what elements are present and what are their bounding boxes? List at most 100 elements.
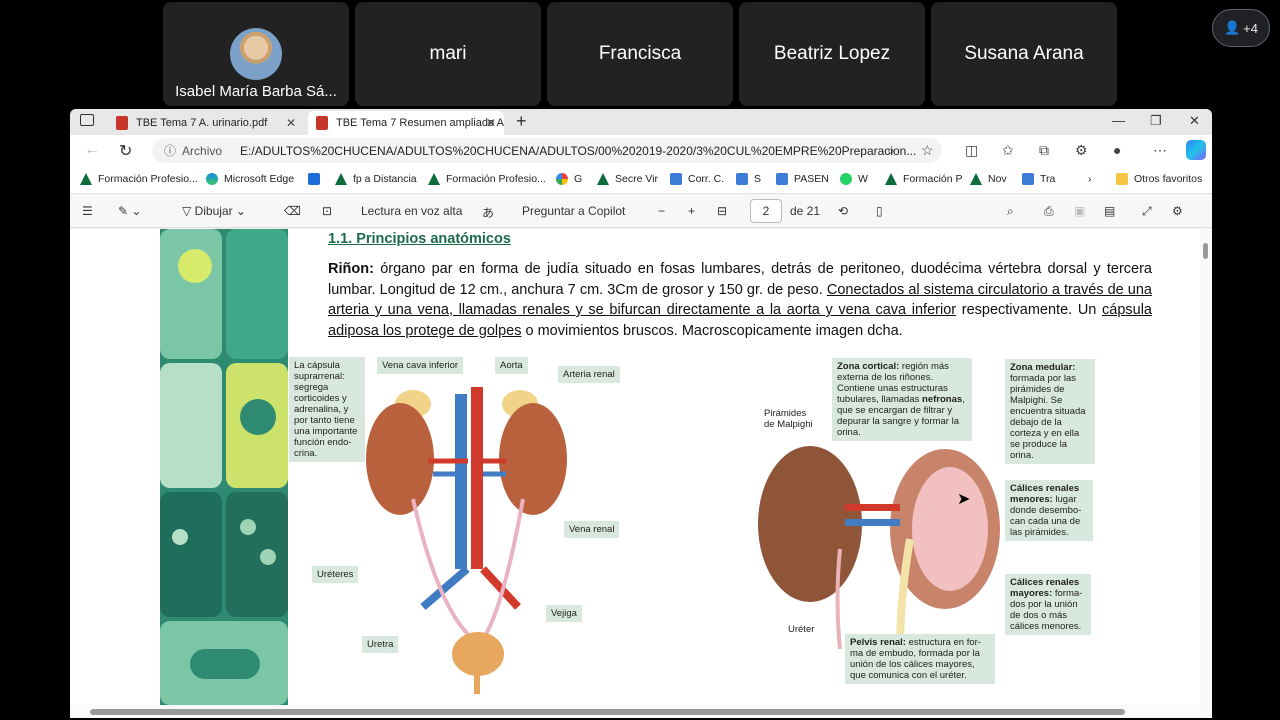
tab-title: TBE Tema 7 A. urinario.pdf bbox=[136, 117, 268, 129]
new-tab-icon[interactable]: + bbox=[516, 111, 527, 132]
text-icon[interactable]: ⊡ bbox=[322, 204, 332, 218]
refresh-icon[interactable]: ↻ bbox=[119, 141, 132, 161]
favorite-item[interactable]: S bbox=[736, 173, 761, 185]
copilot-icon[interactable] bbox=[1186, 140, 1206, 160]
tab-resumen-ampliado[interactable]: TBE Tema 7 Resumen ampliado A ✕ bbox=[308, 111, 504, 135]
participant-tile-mari[interactable]: mari bbox=[355, 2, 541, 106]
fullscreen-icon[interactable]: ⤢ bbox=[1142, 204, 1152, 219]
academy-icon bbox=[428, 173, 440, 185]
tab-urinario-pdf[interactable]: TBE Tema 7 A. urinario.pdf ✕ bbox=[108, 111, 304, 135]
fit-page-icon[interactable]: ⊟ bbox=[717, 204, 727, 218]
term-rinon: Riñon: bbox=[328, 261, 374, 277]
profile-icon[interactable]: ● bbox=[1113, 142, 1121, 158]
pasen-icon bbox=[776, 173, 788, 185]
ask-copilot-button[interactable]: Preguntar a Copilot bbox=[522, 204, 625, 218]
academy-icon bbox=[80, 173, 92, 185]
more-participants-button[interactable]: 👤 +4 bbox=[1212, 9, 1270, 47]
label-ureter: Uréter bbox=[783, 621, 820, 638]
tab-actions-icon[interactable] bbox=[80, 114, 94, 126]
collections-icon[interactable]: ⧉ bbox=[1039, 142, 1049, 159]
participant-tile-beatriz[interactable]: Beatriz Lopez bbox=[739, 2, 925, 106]
minimize-icon[interactable]: — bbox=[1112, 113, 1125, 128]
favorite-item[interactable]: Formación Profesio... bbox=[80, 173, 198, 185]
edge-icon bbox=[206, 173, 218, 185]
back-icon[interactable]: ← bbox=[84, 141, 100, 159]
draw-button[interactable]: ▽ Dibujar ⌄ bbox=[182, 204, 246, 218]
participant-tile-susana[interactable]: Susana Arana bbox=[931, 2, 1117, 106]
translate-icon[interactable]: あ bbox=[482, 204, 494, 221]
page-number-input[interactable]: 2 bbox=[750, 199, 782, 223]
other-favorites[interactable]: Otros favoritos bbox=[1116, 173, 1202, 185]
label-title: Pelvis renal: bbox=[850, 637, 906, 648]
participant-tile-francisca[interactable]: Francisca bbox=[547, 2, 733, 106]
favorite-label: fp a Distancia bbox=[353, 173, 417, 185]
save-icon[interactable]: ▣ bbox=[1074, 204, 1085, 218]
favorite-item[interactable]: G bbox=[556, 173, 582, 185]
split-screen-icon[interactable]: ◫ bbox=[965, 142, 978, 159]
extensions-icon[interactable]: ⚙ bbox=[1075, 142, 1088, 159]
label-vejiga: Vejiga bbox=[546, 605, 582, 622]
rotate-icon[interactable]: ⟲ bbox=[838, 204, 848, 218]
label-title: Zona cortical: bbox=[837, 361, 900, 372]
vertical-scrollbar[interactable] bbox=[1200, 229, 1212, 705]
translate-icon bbox=[1022, 173, 1034, 185]
folder-icon bbox=[1116, 173, 1128, 185]
favorite-item[interactable]: fp a Distancia bbox=[335, 173, 417, 185]
settings-icon[interactable]: ⚙ bbox=[1172, 204, 1183, 218]
body-paragraph: Riñon: órgano par en forma de judía situ… bbox=[328, 259, 1152, 341]
contents-icon[interactable]: ☰ bbox=[82, 204, 93, 218]
address-bar[interactable]: ⓘ Archivo E:/ADULTOS%20CHUCENA/ADULTOS%2… bbox=[152, 138, 942, 163]
favorite-label: Microsoft Edge bbox=[224, 173, 295, 185]
label-pelvis-renal: Pelvis renal: estructura en for-ma de em… bbox=[845, 634, 995, 684]
save-as-icon[interactable]: ▤ bbox=[1104, 204, 1115, 218]
horizontal-scrollbar[interactable] bbox=[70, 705, 1212, 718]
favorite-label: Formación Profesio... bbox=[446, 173, 546, 185]
participant-tile-isabel[interactable]: Isabel María Barba Sá... bbox=[163, 2, 349, 106]
zoom-in-icon[interactable]: + bbox=[688, 204, 695, 218]
favorite-item[interactable]: Corr. C. bbox=[670, 173, 724, 185]
favorite-star-icon[interactable]: ☆ bbox=[921, 142, 934, 159]
highlight-icon[interactable]: ✎ ⌄ bbox=[118, 204, 141, 218]
favorite-label: PASEN bbox=[794, 173, 829, 185]
read-aloud-button[interactable]: Lectura en voz alta bbox=[361, 204, 462, 218]
favorite-item[interactable]: Microsoft Edge bbox=[206, 173, 294, 185]
favorite-item[interactable]: Tra bbox=[1022, 173, 1055, 185]
favorite-item[interactable] bbox=[308, 173, 326, 185]
mouse-cursor-icon: ➤ bbox=[957, 491, 971, 508]
page-total: de 21 bbox=[790, 204, 821, 218]
print-icon[interactable]: ⎙ bbox=[1044, 204, 1054, 219]
close-window-icon[interactable]: ✕ bbox=[1189, 113, 1200, 129]
favorite-item[interactable]: Formación Profesio... bbox=[428, 173, 546, 185]
favorite-item[interactable]: Formación P bbox=[885, 173, 963, 185]
favorite-label: S bbox=[754, 173, 762, 185]
label-ureteres: Uréteres bbox=[312, 566, 359, 583]
eraser-icon[interactable]: ⌫ bbox=[284, 204, 301, 218]
scroll-thumb[interactable] bbox=[90, 709, 1125, 715]
google-icon bbox=[556, 173, 568, 185]
zoom-out-icon[interactable]: − bbox=[658, 204, 665, 218]
close-tab-icon[interactable]: ✕ bbox=[286, 116, 296, 130]
label-vena-cava: Vena cava inferior bbox=[377, 357, 464, 374]
favorite-item[interactable]: W bbox=[840, 173, 868, 185]
participant-name: Beatriz Lopez bbox=[773, 43, 891, 64]
participant-name: mari bbox=[429, 43, 467, 64]
favorite-label: G bbox=[574, 173, 583, 185]
more-menu-icon[interactable]: ⋯ bbox=[1153, 142, 1167, 159]
favorite-item[interactable]: Nov bbox=[970, 173, 1007, 185]
favorites-overflow-icon[interactable]: › bbox=[1088, 173, 1092, 185]
favorite-label: Secre Vir bbox=[615, 173, 658, 185]
pdf-page[interactable]: 1.1. Principios anatómicos Riñon: órgano… bbox=[70, 229, 1200, 705]
academy-icon bbox=[885, 173, 897, 185]
label-title: Zona medular: bbox=[1010, 362, 1076, 373]
search-icon[interactable]: ⌕ bbox=[1007, 204, 1014, 219]
zoom-icon[interactable]: ⌕ bbox=[887, 142, 895, 159]
favorite-label: Formación P bbox=[903, 173, 963, 185]
restore-icon[interactable]: ❐ bbox=[1150, 113, 1162, 129]
scroll-thumb[interactable] bbox=[1203, 243, 1208, 259]
close-tab-icon[interactable]: ✕ bbox=[486, 116, 496, 130]
favorite-item[interactable]: Secre Vir bbox=[597, 173, 658, 185]
favorite-item[interactable]: PASEN bbox=[776, 173, 829, 185]
favorites-icon[interactable]: ✩ bbox=[1002, 142, 1014, 159]
page-view-icon[interactable]: ▯ bbox=[876, 204, 883, 218]
pdf-icon bbox=[116, 116, 128, 130]
